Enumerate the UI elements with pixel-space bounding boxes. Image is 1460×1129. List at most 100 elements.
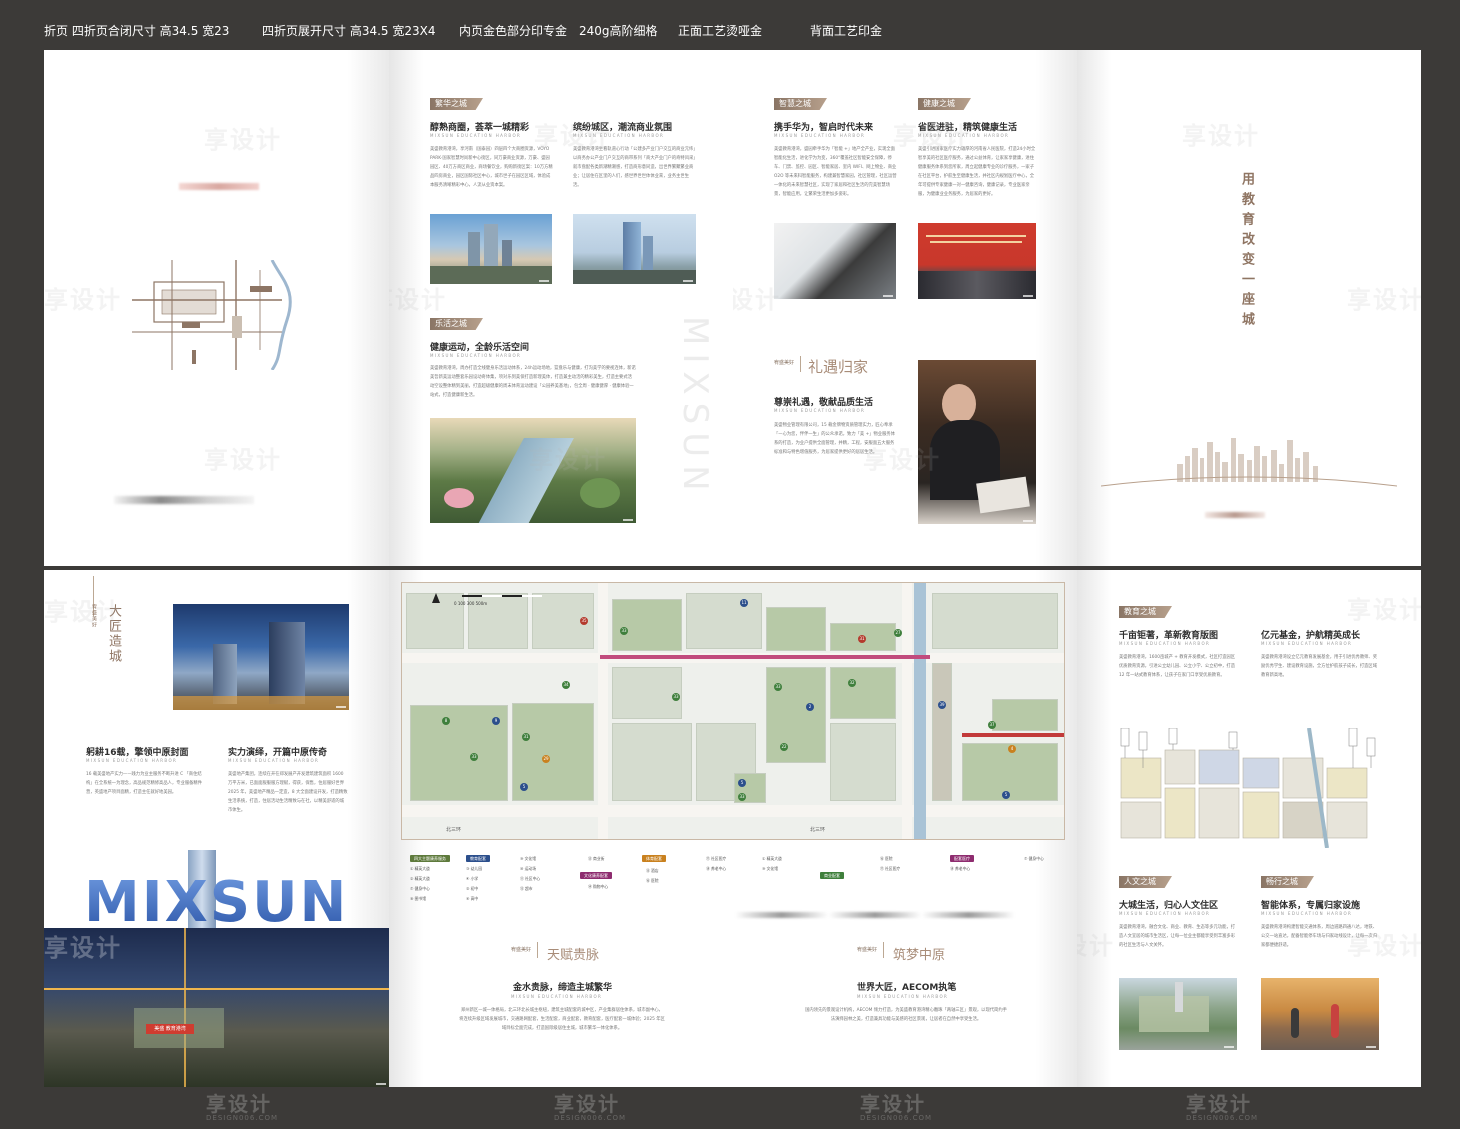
- legend-category: 文化康养配套: [580, 872, 612, 879]
- legend-item: ⑨ 文化馆: [762, 866, 779, 871]
- watermark-url: DESIGN006.COM: [860, 1114, 933, 1122]
- brand-wordmark: MIXSUN: [84, 870, 349, 935]
- section-subtitle: MIXSUN EDUCATION HARBOR: [430, 133, 522, 138]
- map-marker-icon[interactable]: 29: [542, 755, 550, 763]
- map-marker-icon[interactable]: 33: [738, 793, 746, 801]
- section-body: 16 载美盛地产实力——践力为业主服务不断升进 C 「商住结构」在全系统一为理念…: [86, 772, 203, 795]
- legend-item: ⑯ 医院: [646, 878, 659, 883]
- map-marker-icon[interactable]: 33: [672, 693, 680, 701]
- map-marker-icon[interactable]: 37: [988, 721, 996, 729]
- top-panel-1: 享设计 享设计 享设计: [44, 50, 389, 566]
- section-body: 美盛地产集团，连续在开在郑发展产开发建筑建筑面积 1600 万平方米，已面面服服…: [228, 772, 348, 813]
- watermark-url: DESIGN006.COM: [206, 1114, 279, 1122]
- legend-category: 商业配套: [820, 872, 844, 879]
- legend-item: ⑥ 高中: [466, 896, 479, 901]
- map-marker-icon[interactable]: 33: [774, 683, 782, 691]
- road-label-north-3rd-ring: 北三环: [446, 827, 462, 833]
- legend-item: ③ 幼儿园: [466, 866, 483, 871]
- top-panel-4: 用教育改变一座城 享设计 享设计: [1077, 50, 1421, 566]
- blurred-logo: [179, 183, 259, 190]
- section-tag: 智慧之城: [774, 98, 827, 110]
- legend-item: ⑩ 运动场: [520, 866, 537, 871]
- map-marker-icon[interactable]: 5: [1002, 791, 1010, 799]
- map-marker-icon[interactable]: 5: [520, 783, 528, 791]
- watermark: 享设计: [389, 286, 447, 314]
- road: [902, 583, 912, 839]
- legend-category: 教育配套: [466, 855, 490, 862]
- aerial-district-photo: [1119, 978, 1237, 1050]
- watermark: 享设计: [1182, 122, 1260, 150]
- section-tag: 乐活之城: [430, 318, 483, 330]
- spec-fold-open: 四折页展开尺寸 高34.5 宽23X4: [262, 24, 436, 38]
- section-tag: 人文之城: [1119, 876, 1172, 888]
- city-towers-photo: [430, 214, 552, 284]
- watermark: 享设计: [1077, 932, 1115, 960]
- map-marker-icon[interactable]: 34: [562, 681, 570, 689]
- project-block: [766, 607, 826, 651]
- bottom-panel-1: 宥盛美好 大匠造城 躬耕16载，擎领中原封面 MIXSUN EDUCATION …: [44, 570, 389, 1087]
- road-label-north-3rd-ring: 北三环: [810, 827, 826, 833]
- map-marker-icon[interactable]: 8: [442, 717, 450, 725]
- map-marker-icon[interactable]: 33: [470, 753, 478, 761]
- section-heading: 亿元基金，护航精英成长: [1261, 631, 1361, 641]
- map-marker-icon[interactable]: 31: [522, 733, 530, 741]
- map-marker-icon[interactable]: 27: [894, 629, 902, 637]
- map-block: [932, 663, 952, 801]
- watermark: 享设计: [733, 286, 781, 314]
- watermark: 享设计: [1347, 286, 1421, 314]
- section-body: 美盛引进国家医疗实力雄厚的河南省人民医院，打造24小时全智享美的社区医疗服务，通…: [918, 147, 1036, 197]
- section-body: 郑州新区一城一体格局，北三环北长城主枢纽，建筑主城配套的城中区，产业集群居住体系…: [459, 1008, 665, 1031]
- section-tag: 畅行之城: [1261, 876, 1314, 888]
- section-body: 美盛教育港湾，盛园牵手华为「智能 +」地产全产业，实现全面智能化生活，进化学为为…: [774, 147, 897, 197]
- watermark: 享设计: [1347, 932, 1421, 960]
- map-marker-icon[interactable]: 5: [738, 779, 746, 787]
- map-marker-icon[interactable]: 35: [580, 617, 588, 625]
- section-subtitle: MIXSUN EDUCATION HARBOR: [1261, 911, 1353, 916]
- map-marker-icon[interactable]: 4: [1008, 745, 1016, 753]
- divider: [883, 942, 884, 958]
- section-body: 美盛教育港湾坐看轨道心行动「公建多产业门户交互的商业元纬」以商务办公产业门户交互…: [573, 147, 696, 188]
- spec-fold-closed: 折页 四折页合闭尺寸 高34.5 宽23: [44, 24, 230, 38]
- spec-bar: 折页 四折页合闭尺寸 高34.5 宽23 四折页展开尺寸 高34.5 宽23X4…: [0, 0, 1460, 50]
- map-block: [686, 593, 762, 649]
- legend-item: ⑪ 社区中心: [520, 876, 541, 881]
- signing-ceremony-photo: [918, 223, 1036, 299]
- section-heading: 大城生活，归心人文住区: [1119, 901, 1219, 911]
- brand-logo-line: 宥盛美好: [511, 947, 532, 953]
- watermark: 享设计: [44, 598, 122, 626]
- watermark: 享设计: [863, 446, 941, 474]
- section-body: 美盛教育港湾，周办打造全线健身乐活运动体系，24h运动场地，篮盘乐与健康，打沟美…: [430, 366, 636, 398]
- section-heading: 智能体系，专属归家设施: [1261, 901, 1361, 911]
- map-block: [612, 723, 692, 801]
- map-marker-icon[interactable]: 32: [848, 679, 856, 687]
- watermark-url: DESIGN006.COM: [1186, 1114, 1259, 1122]
- master-plan-map[interactable]: 8 33 9 31 29 5 34 33 35 33 11 33 22 2 31…: [401, 582, 1065, 840]
- map-marker-icon[interactable]: 22: [780, 743, 788, 751]
- architecture-photo: [774, 223, 896, 299]
- map-marker-icon[interactable]: 2: [806, 703, 814, 711]
- top-panel-2: 繁华之城 醇熟商圈，荟萃一城精彩 MIXSUN EDUCATION HARBOR…: [389, 50, 733, 566]
- legend-item: ⑮ 酒店: [646, 868, 659, 873]
- spec-back-craft: 背面工艺印金: [810, 24, 883, 38]
- map-marker-icon[interactable]: 31: [858, 635, 866, 643]
- watermark: 享设计: [44, 934, 122, 962]
- map-marker-icon[interactable]: 39: [938, 701, 946, 709]
- skyline-illustration: [1101, 438, 1397, 487]
- highlight-road: [600, 655, 930, 659]
- watermark: 享设计: [534, 122, 612, 150]
- section-heading: 携手华为，智启时代未来: [774, 123, 874, 133]
- watermark: 享设计: [206, 1092, 272, 1116]
- section-subtitle: MIXSUN EDUCATION HARBOR: [511, 994, 603, 999]
- blurred-legend-line: [735, 912, 1015, 918]
- watermark-url: DESIGN006.COM: [554, 1114, 627, 1122]
- location-map: [132, 260, 292, 370]
- legend-category: 体育配套: [642, 855, 666, 862]
- map-marker-icon[interactable]: 9: [492, 717, 500, 725]
- map-marker-icon[interactable]: 33: [620, 627, 628, 635]
- legend-item: ② 精英大道: [410, 876, 430, 881]
- legend-item: ⑫ 超市: [520, 886, 533, 891]
- watermark: 享设计: [1347, 596, 1421, 624]
- map-marker-icon[interactable]: 11: [740, 599, 748, 607]
- watermark: 享设计: [893, 122, 971, 150]
- section-subtitle: MIXSUN EDUCATION HARBOR: [228, 758, 320, 763]
